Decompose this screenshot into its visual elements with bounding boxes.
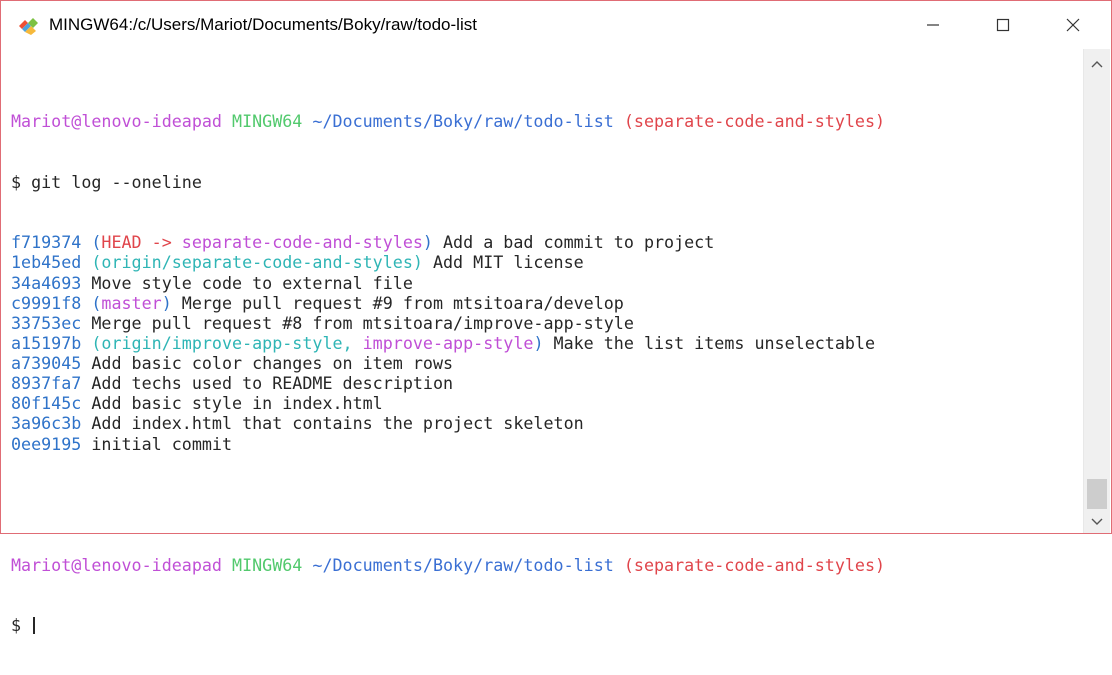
commit-message: initial commit (91, 433, 233, 454)
log-entry: a739045 Add basic color changes on item … (11, 353, 885, 373)
commit-ref: ) (533, 332, 544, 353)
commit-hash: a15197b (11, 332, 82, 353)
commit-hash: 80f145c (11, 393, 82, 414)
prompt-env: MINGW64 (232, 111, 303, 132)
commit-ref: HEAD -> (101, 232, 182, 253)
minimize-button[interactable] (903, 1, 963, 49)
commit-ref: ) (161, 292, 172, 313)
log-entry: 34a4693 Move style code to external file (11, 273, 885, 293)
commit-hash: 1eb45ed (11, 252, 82, 273)
log-entry: 0ee9195 initial commit (11, 434, 885, 454)
commit-hash: f719374 (11, 232, 82, 253)
commit-message: Make the list items unselectable (553, 332, 876, 353)
commit-hash: 3a96c3b (11, 413, 82, 434)
commit-ref: (origin/improve-app-style, (91, 332, 363, 353)
close-button[interactable] (1043, 1, 1103, 49)
terminal-area[interactable]: Mariot@lenovo-ideapad MINGW64 ~/Document… (1, 49, 1081, 635)
prompt-branch: (separate-code-and-styles) (623, 111, 886, 132)
commit-ref: ) (422, 232, 433, 253)
terminal-output: Mariot@lenovo-ideapad MINGW64 ~/Document… (11, 71, 885, 675)
commit-hash: 33753ec (11, 312, 82, 333)
scroll-down-button[interactable] (1084, 511, 1110, 533)
vertical-scrollbar[interactable] (1083, 49, 1110, 533)
log-entry: 8937fa7 Add techs used to README descrip… (11, 373, 885, 393)
prompt-line: Mariot@lenovo-ideapad MINGW64 ~/Document… (11, 111, 885, 131)
commit-ref: improve-app-style (362, 332, 534, 353)
prompt-path: ~/Documents/Boky/raw/todo-list (312, 554, 614, 575)
commit-hash: c9991f8 (11, 292, 82, 313)
prompt-line: Mariot@lenovo-ideapad MINGW64 ~/Document… (11, 555, 885, 575)
scroll-up-button[interactable] (1084, 53, 1110, 75)
commit-ref: master (101, 292, 162, 313)
commit-hash: 8937fa7 (11, 373, 82, 394)
minimize-icon (927, 24, 939, 26)
commit-message: Add a bad commit to project (443, 232, 715, 253)
command-line: $ git log --oneline (11, 171, 202, 192)
chevron-up-icon (1091, 61, 1103, 68)
text-cursor (33, 616, 36, 634)
commit-ref: ( (91, 232, 102, 253)
scroll-thumb[interactable] (1087, 479, 1107, 509)
git-log-list: f719374 (HEAD -> separate-code-and-style… (11, 232, 885, 454)
log-entry: 1eb45ed (origin/separate-code-and-styles… (11, 252, 885, 272)
commit-ref: (origin/separate-code-and-styles) (91, 252, 423, 273)
commit-message: Merge pull request #8 from mtsitoara/imp… (91, 312, 634, 333)
commit-message: Add basic color changes on item rows (91, 353, 454, 374)
maximize-icon (996, 18, 1010, 32)
prompt-user: Mariot@lenovo-ideapad (11, 111, 222, 132)
commit-ref: ( (91, 292, 102, 313)
commit-message: Add index.html that contains the project… (91, 413, 584, 434)
prompt-path: ~/Documents/Boky/raw/todo-list (312, 111, 614, 132)
commit-message: Add techs used to README description (91, 373, 454, 394)
commit-message: Move style code to external file (91, 272, 413, 293)
terminal-window: MINGW64:/c/Users/Mariot/Documents/Boky/r… (0, 0, 1112, 635)
title-bar[interactable]: MINGW64:/c/Users/Mariot/Documents/Boky/r… (1, 1, 1111, 49)
close-icon (1066, 18, 1080, 32)
commit-message: Add basic style in index.html (91, 393, 383, 414)
input-line[interactable]: $ (11, 615, 885, 635)
commit-message: Merge pull request #9 from mtsitoara/dev… (181, 292, 624, 313)
chevron-down-icon (1091, 518, 1103, 525)
log-entry: f719374 (HEAD -> separate-code-and-style… (11, 232, 885, 252)
prompt-branch: (separate-code-and-styles) (623, 554, 886, 575)
prompt-user: Mariot@lenovo-ideapad (11, 554, 222, 575)
log-entry: 3a96c3b Add index.html that contains the… (11, 413, 885, 433)
commit-ref: separate-code-and-styles (181, 232, 423, 253)
log-entry: 33753ec Merge pull request #8 from mtsit… (11, 313, 885, 333)
commit-message: Add MIT license (432, 252, 584, 273)
commit-hash: a739045 (11, 353, 82, 374)
prompt-env: MINGW64 (232, 554, 303, 575)
maximize-button[interactable] (973, 1, 1033, 49)
window-title: MINGW64:/c/Users/Mariot/Documents/Boky/r… (49, 15, 477, 34)
commit-hash: 34a4693 (11, 272, 82, 293)
log-entry: a15197b (origin/improve-app-style, impro… (11, 333, 885, 353)
log-entry: 80f145c Add basic style in index.html (11, 393, 885, 413)
commit-hash: 0ee9195 (11, 433, 82, 454)
git-bash-icon[interactable] (17, 17, 39, 35)
prompt-symbol: $ (11, 614, 32, 635)
log-entry: c9991f8 (master) Merge pull request #9 f… (11, 293, 885, 313)
